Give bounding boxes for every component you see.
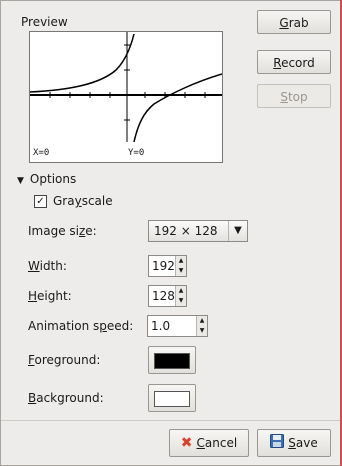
- height-spinbutton[interactable]: 128 ▲ ▼: [148, 285, 187, 307]
- grayscale-checkbox[interactable]: ✓ Gra y scale: [34, 194, 113, 208]
- width-label: Width:: [28, 259, 67, 273]
- animation-speed-label: Animation speed:: [28, 319, 134, 333]
- foreground-color-button[interactable]: [148, 346, 196, 374]
- spin-arrows-icon[interactable]: ▲ ▼: [196, 316, 207, 336]
- preview-curve-right: [133, 73, 222, 143]
- image-size-select[interactable]: 192 × 128 ▼: [148, 220, 248, 242]
- record-button[interactable]: Record: [257, 50, 331, 74]
- background-label: Background:: [28, 391, 104, 405]
- options-expander[interactable]: ▼ Options: [17, 172, 76, 186]
- image-size-label: Image size:: [28, 224, 97, 238]
- foreground-label: Foreground:: [28, 353, 101, 367]
- height-label: Height:: [28, 289, 72, 303]
- stop-button[interactable]: Stop: [257, 84, 331, 108]
- spin-arrows-icon[interactable]: ▲ ▼: [175, 256, 186, 276]
- animation-speed-spinbutton[interactable]: 1.0 ▲ ▼: [147, 315, 208, 337]
- background-swatch: [154, 391, 190, 407]
- spin-arrows-icon[interactable]: ▲ ▼: [175, 286, 186, 306]
- floppy-disk-icon: [270, 434, 285, 452]
- capture-dialog: Preview X=0 Y=0 Grab Record Stop ▼ Optio…: [0, 0, 342, 466]
- checkbox-check-icon: ✓: [34, 194, 47, 208]
- width-spinbutton[interactable]: 192 ▲ ▼: [148, 255, 187, 277]
- cancel-x-icon: ✖: [180, 435, 193, 451]
- triangle-down-icon: ▼: [17, 176, 24, 186]
- footer-separator: [1, 420, 341, 421]
- preview-y-readout: Y=0: [128, 148, 145, 158]
- grab-button[interactable]: Grab: [257, 10, 331, 34]
- cancel-button[interactable]: ✖ Cancel: [169, 429, 249, 457]
- save-button[interactable]: Save: [257, 429, 331, 457]
- foreground-swatch: [154, 353, 190, 369]
- preview-x-readout: X=0: [33, 148, 50, 158]
- background-color-button[interactable]: [148, 384, 196, 412]
- chevron-down-icon: ▼: [228, 221, 247, 241]
- preview-label: Preview: [21, 15, 68, 29]
- preview-curve-left: [30, 33, 135, 93]
- preview-screen: X=0 Y=0: [29, 31, 223, 163]
